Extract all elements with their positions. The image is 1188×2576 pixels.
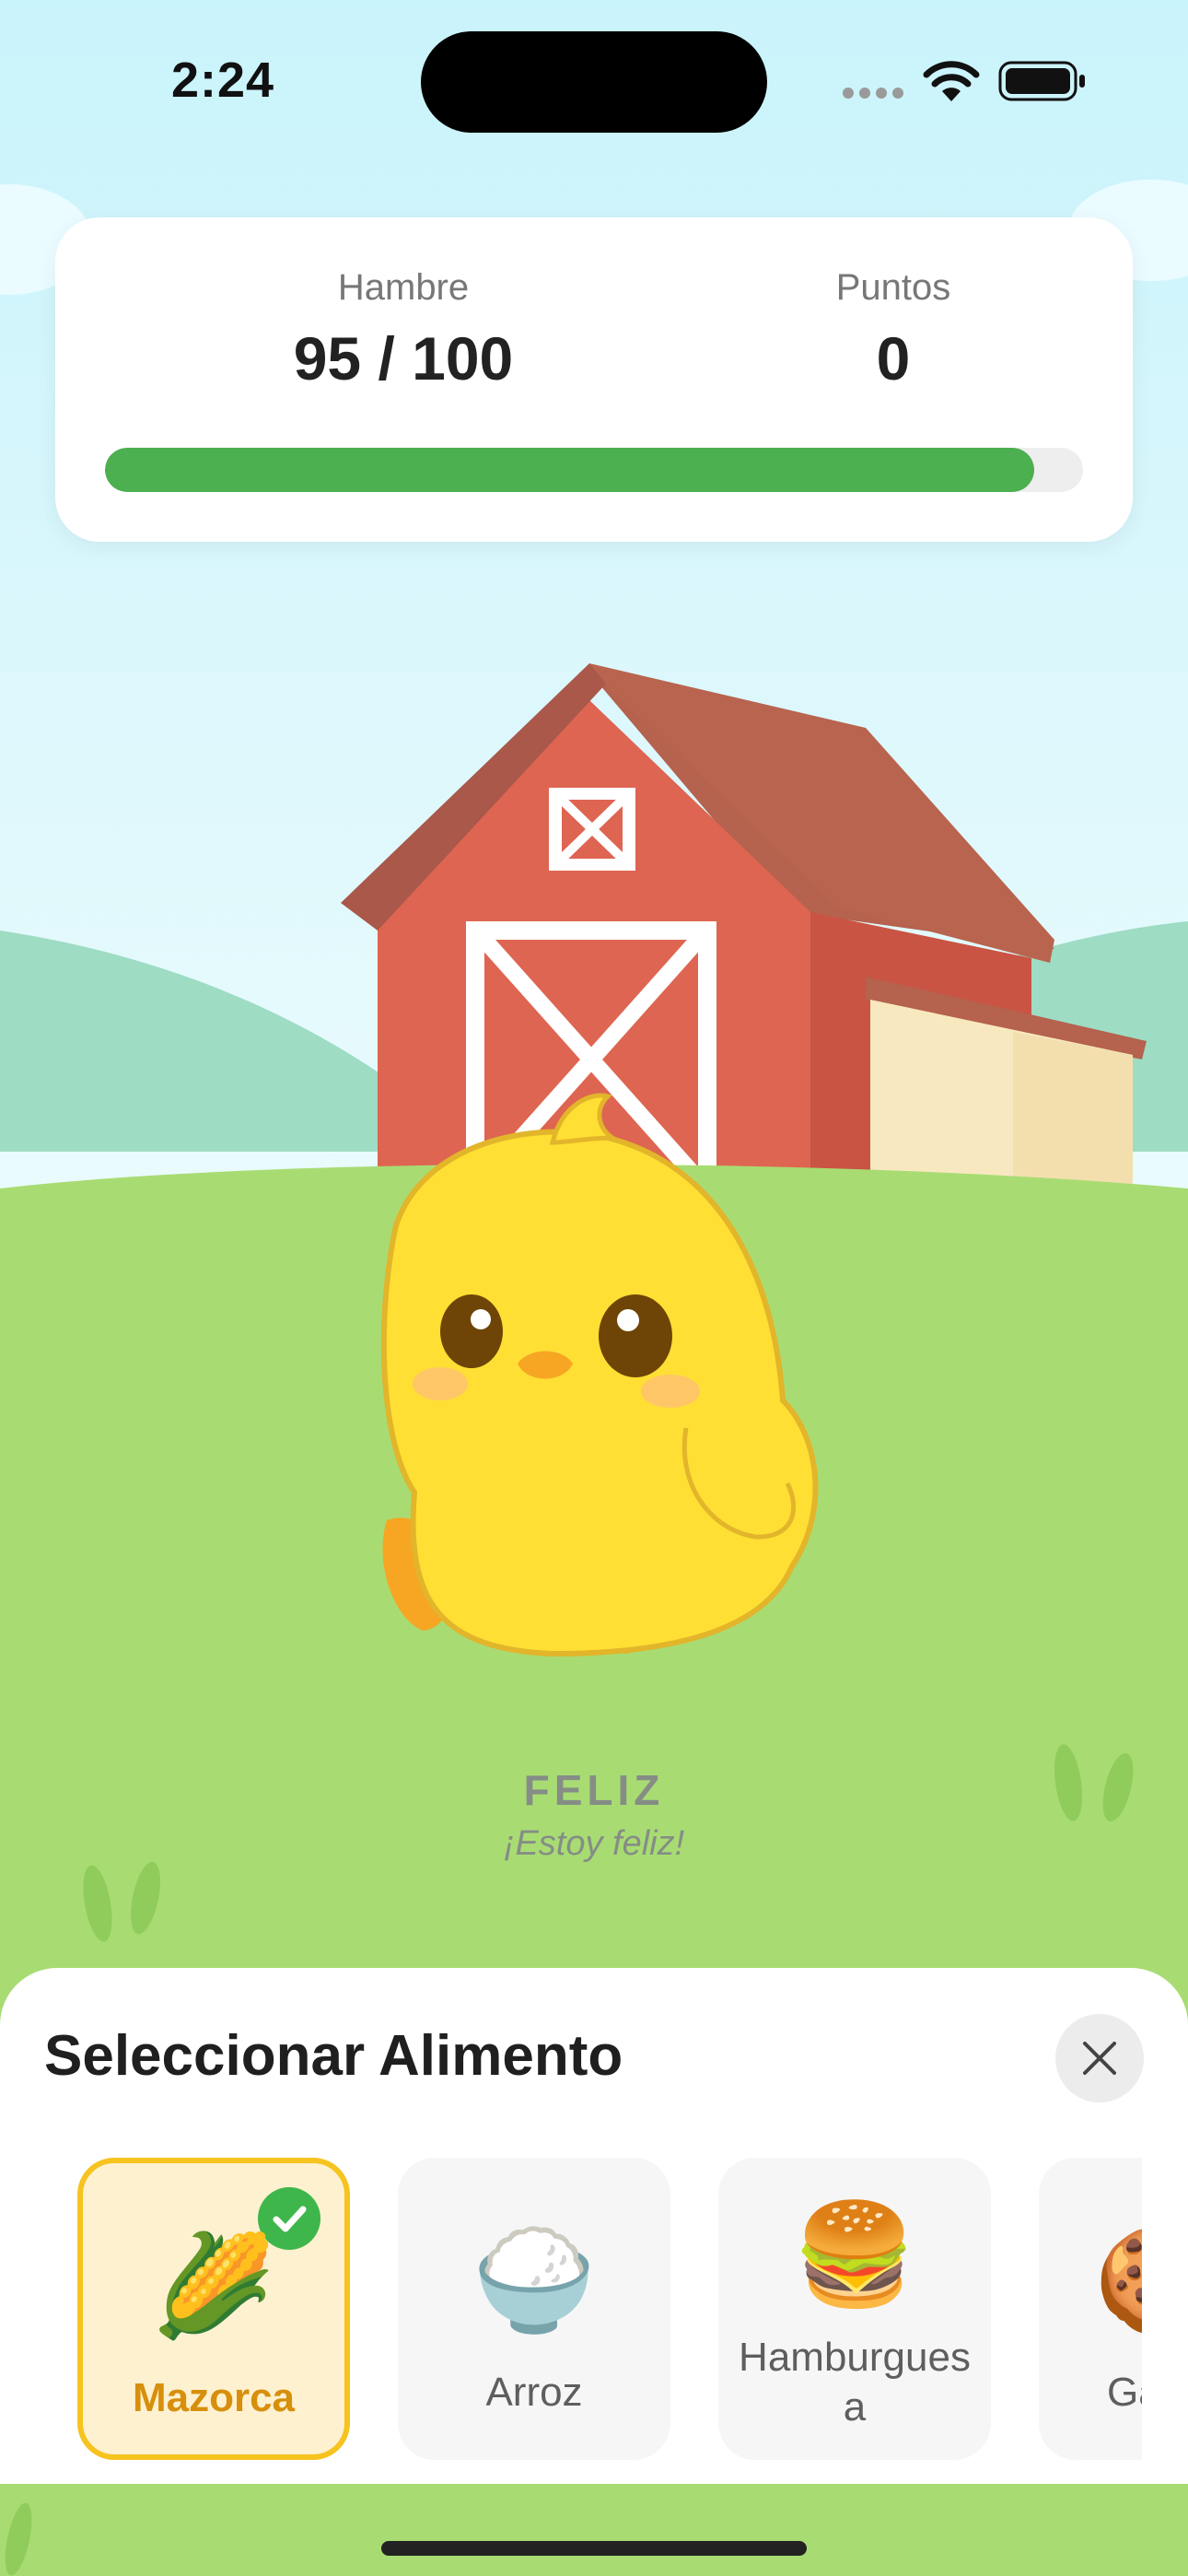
food-label-mazorca: Mazorca: [132, 2375, 296, 2420]
status-time: 2:24: [171, 53, 275, 108]
status-bar: 2:24: [0, 0, 1188, 157]
points-label: Puntos: [835, 267, 951, 308]
food-card-arroz[interactable]: 🍚 Arroz: [398, 2158, 670, 2460]
barn: [341, 663, 1147, 1188]
bottom-grass-strip: [0, 2484, 1188, 2576]
mood-status: FELIZ ¡Estoy feliz!: [0, 1765, 1188, 1864]
hunger-progress-fill: [105, 448, 1034, 492]
grass-tuft-icon: [5, 2502, 32, 2576]
stats-card: Hambre 95 / 100 Puntos 0: [55, 217, 1133, 542]
points-stat: Puntos 0: [700, 267, 1087, 393]
food-card-hamburguesa[interactable]: 🍔 Hamburguesa: [718, 2158, 991, 2460]
cellular-dots-icon: [843, 88, 903, 99]
food-label-arroz: Arroz: [485, 2370, 583, 2415]
food-label-partial: Ga: [1107, 2370, 1142, 2415]
hunger-progress-bar: [105, 448, 1083, 492]
sheet-title: Seleccionar Alimento: [44, 2024, 623, 2088]
home-indicator[interactable]: [381, 2541, 807, 2556]
mood-title: FELIZ: [523, 1766, 665, 1814]
food-card-partial[interactable]: 🍪 Ga: [1039, 2158, 1142, 2460]
food-selection-sheet: Seleccionar Alimento 🌽 Mazorca 🍚 Arroz 🍔…: [0, 1968, 1188, 2484]
points-value: 0: [876, 324, 911, 392]
food-label-hamburguesa: Hamburguesa: [739, 2335, 971, 2430]
hunger-value: 95 / 100: [293, 324, 514, 392]
close-button[interactable]: [1055, 2014, 1144, 2102]
mood-subtitle: ¡Estoy feliz!: [503, 1824, 685, 1863]
food-list: 🌽 Mazorca 🍚 Arroz 🍔 Hamburguesa 🍪 Ga: [0, 2158, 1142, 2471]
corn-icon: 🌽: [151, 2230, 276, 2341]
rice-bowl-icon: 🍚: [472, 2224, 597, 2336]
food-partial-icon: 🍪: [1094, 2220, 1142, 2340]
hunger-stat: Hambre 95 / 100: [210, 267, 597, 393]
burger-icon: 🍔: [792, 2198, 917, 2310]
food-card-mazorca[interactable]: 🌽 Mazorca: [77, 2158, 350, 2460]
close-icon: [1083, 2042, 1116, 2075]
battery-icon: [998, 61, 1085, 101]
dynamic-island: [421, 31, 767, 133]
hunger-label: Hambre: [337, 267, 470, 308]
wifi-icon: [923, 61, 980, 101]
